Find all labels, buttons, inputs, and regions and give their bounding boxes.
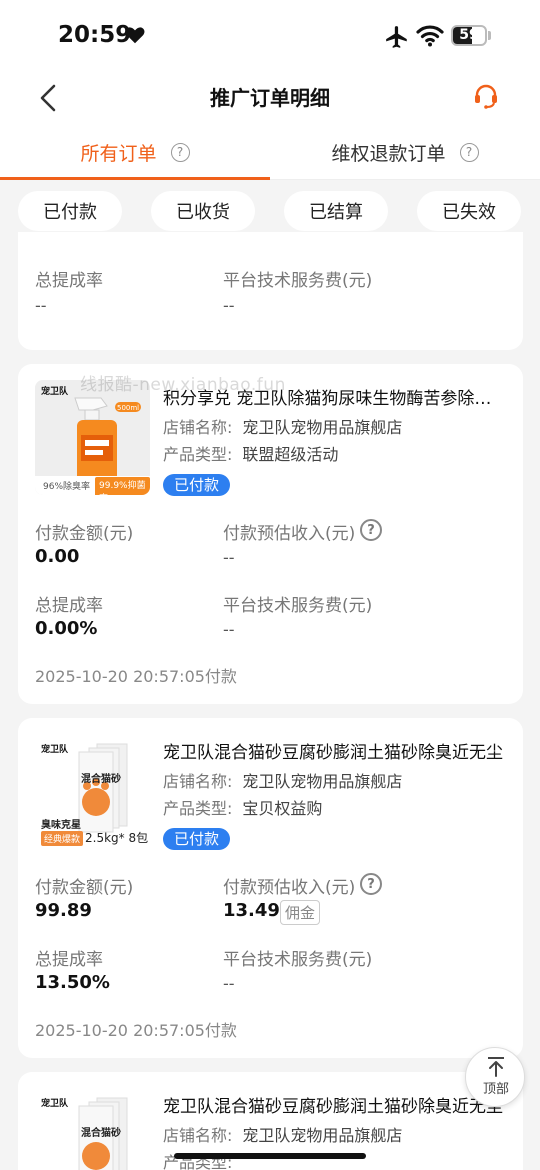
- store-label: 店铺名称:: [163, 772, 233, 791]
- order-card-partial: 总提成率 平台技术服务费(元) -- --: [18, 232, 523, 350]
- store-name: 宠卫队宠物用品旗舰店: [242, 1126, 403, 1145]
- back-to-top-label: 顶部: [482, 1082, 509, 1097]
- tab-refund-orders-label: 维权退款订单: [331, 142, 446, 165]
- payment-amount-label: 付款金额(元): [35, 878, 134, 898]
- platform-fee-label: 平台技术服务费(元): [223, 271, 373, 291]
- platform-fee-label: 平台技术服务费(元): [223, 950, 373, 970]
- page-title: 推广订单明细: [210, 86, 330, 110]
- customer-service-icon[interactable]: [472, 82, 500, 110]
- type-label: 产品类型:: [163, 799, 233, 818]
- store-row: 店铺名称: 宠卫队宠物用品旗舰店: [163, 414, 402, 438]
- product-thumbnail: 宠卫队 混合猫砂: [35, 1088, 150, 1170]
- store-row: 店铺名称: 宠卫队宠物用品旗舰店: [163, 768, 402, 792]
- help-icon[interactable]: ?: [360, 519, 382, 541]
- back-to-top-button[interactable]: 顶部: [465, 1047, 525, 1107]
- store-name: 宠卫队宠物用品旗舰店: [242, 418, 403, 437]
- estimated-income-value: 13.49: [223, 900, 280, 921]
- estimated-income-label: 付款预估收入(元): [223, 524, 356, 544]
- battery-indicator: 59: [451, 25, 487, 46]
- payment-amount-label: 付款金额(元): [35, 524, 134, 544]
- commission-rate-label: 总提成率: [35, 950, 103, 970]
- estimated-income-label: 付款预估收入(元): [223, 878, 356, 898]
- status-badge: 已付款: [163, 828, 231, 850]
- status-bar: 20:59 59: [0, 0, 540, 72]
- thumb-brand: 宠卫队: [41, 387, 69, 397]
- order-timestamp: 2025-10-20 20:57:05付款: [35, 1021, 237, 1040]
- platform-fee-value: --: [223, 974, 235, 993]
- heart-icon: [125, 27, 145, 44]
- type-row: 产品类型: 联盟超级活动: [163, 441, 338, 465]
- platform-fee-label: 平台技术服务费(元): [223, 596, 373, 616]
- tab-refund-orders[interactable]: 维权退款订单 ?: [270, 124, 540, 180]
- thumb-volume: 500ml: [117, 404, 140, 412]
- platform-fee-value: --: [223, 620, 235, 639]
- status-time: 20:59: [58, 22, 132, 48]
- status-badge: 已付款: [163, 474, 231, 496]
- commission-tag: 佣金: [280, 900, 321, 925]
- tab-all-orders[interactable]: 所有订单 ?: [0, 124, 270, 180]
- thumb-brand: 宠卫队: [41, 745, 69, 755]
- tab-all-orders-label: 所有订单: [80, 142, 157, 165]
- product-title[interactable]: 宠卫队混合猫砂豆腐砂膨润土猫砂除臭近无尘: [163, 738, 503, 763]
- commission-rate-value: 13.50%: [35, 972, 110, 993]
- store-label: 店铺名称:: [163, 1126, 233, 1145]
- filter-invalid[interactable]: 已失效: [417, 191, 521, 231]
- payment-amount-value: 99.89: [35, 900, 92, 921]
- thumb-brand: 宠卫队: [41, 1099, 69, 1109]
- platform-fee-value: --: [223, 296, 235, 315]
- product-type: 联盟超级活动: [242, 445, 339, 464]
- store-row: 店铺名称: 宠卫队宠物用品旗舰店: [163, 1122, 402, 1146]
- filter-paid[interactable]: 已付款: [18, 191, 122, 231]
- filter-received[interactable]: 已收货: [151, 191, 255, 231]
- order-card[interactable]: 宠卫队 500ml 96%除臭率 99.9%抑菌率 积分享兑 宠卫队除猫狗尿味生…: [18, 364, 523, 704]
- airplane-icon: [386, 26, 407, 48]
- thumb-badge-left: 96%除臭率: [43, 482, 91, 492]
- arrow-up-icon: [488, 1057, 504, 1077]
- payment-amount-value: 0.00: [35, 546, 80, 567]
- product-thumbnail: 宠卫队 500ml 96%除臭率 99.9%抑菌率: [35, 380, 150, 495]
- battery-tip: [488, 31, 491, 40]
- thumb-spec: 2.5kg* 8包: [85, 831, 149, 845]
- order-tabs: 所有订单 ? 维权退款订单 ?: [0, 124, 540, 180]
- store-name: 宠卫队宠物用品旗舰店: [242, 772, 403, 791]
- type-row: 产品类型: 宝贝权益购: [163, 795, 322, 819]
- store-label: 店铺名称:: [163, 418, 233, 437]
- product-type: 宝贝权益购: [242, 799, 323, 818]
- order-timestamp: 2025-10-20 20:57:05付款: [35, 667, 237, 686]
- type-label: 产品类型:: [163, 445, 233, 464]
- thumb-tag: 经典爆款: [41, 831, 84, 846]
- filter-settled[interactable]: 已结算: [284, 191, 388, 231]
- commission-rate-value: --: [35, 296, 47, 315]
- product-thumbnail: 宠卫队 混合猫砂 臭味克星 经典爆款 2.5kg* 8包: [35, 734, 150, 849]
- commission-rate-value: 0.00%: [35, 618, 98, 639]
- watermark: 线报酷-new.xianbao.fun: [80, 375, 286, 395]
- order-card[interactable]: 宠卫队 混合猫砂 臭味克星 经典爆款 2.5kg* 8包 宠卫队混合猫砂豆腐砂膨…: [18, 718, 523, 1058]
- help-icon[interactable]: ?: [459, 142, 479, 162]
- help-icon[interactable]: ?: [170, 142, 190, 162]
- help-icon[interactable]: ?: [360, 873, 382, 895]
- commission-rate-label: 总提成率: [35, 596, 103, 616]
- commission-rate-label: 总提成率: [35, 271, 103, 291]
- thumb-tag: 臭味克星: [41, 820, 81, 831]
- wifi-icon: [416, 25, 444, 47]
- nav-bar: 推广订单明细: [0, 72, 540, 124]
- product-title[interactable]: 宠卫队混合猫砂豆腐砂膨润土猫砂除臭近无尘: [163, 1092, 503, 1117]
- thumb-product-name: 混合猫砂: [81, 774, 121, 785]
- thumb-product-name: 混合猫砂: [81, 1128, 121, 1139]
- battery-percent: 59: [459, 27, 479, 43]
- home-indicator: [174, 1153, 366, 1159]
- thumb-badge-right: 99.9%抑菌率: [95, 477, 150, 495]
- estimated-income-value: --: [223, 548, 235, 567]
